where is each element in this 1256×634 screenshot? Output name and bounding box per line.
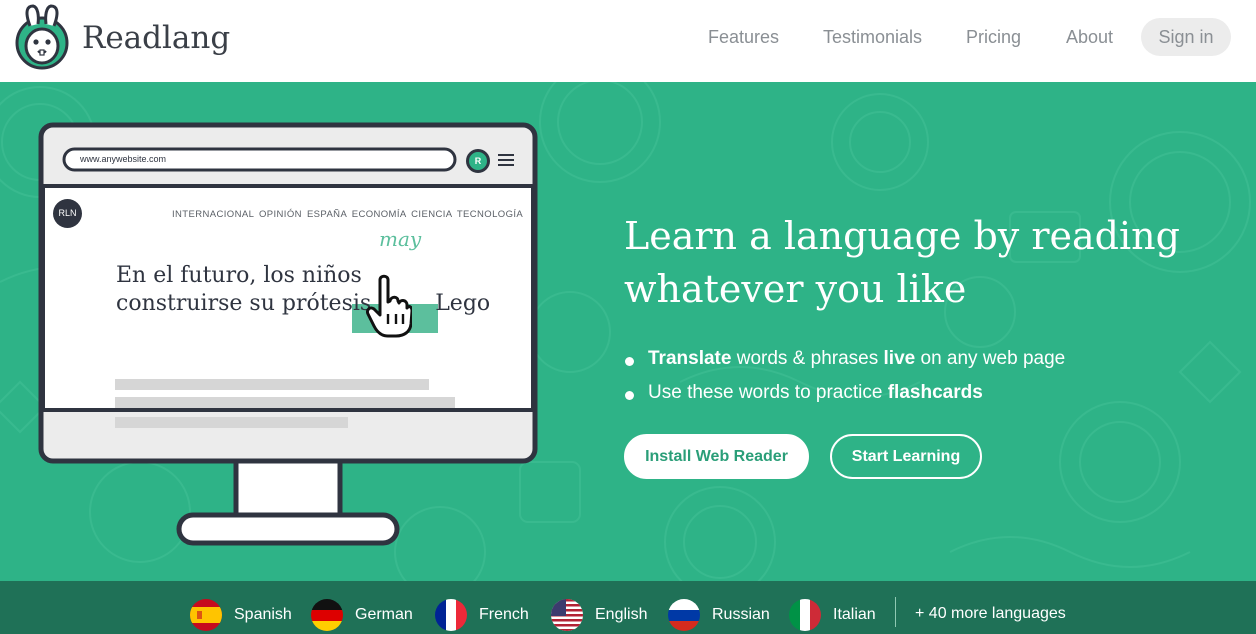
language-label: Russian — [712, 606, 770, 623]
feature-keyword: Translate — [648, 348, 732, 369]
feature-keyword: live — [883, 348, 916, 369]
feature-text: on any web page — [915, 348, 1066, 369]
headline-line2: whatever you like — [624, 267, 967, 311]
language-divider — [895, 597, 896, 627]
site-nav-item: TECNOLOGÍA — [456, 209, 524, 220]
site-nav-item: ESPAÑA — [306, 209, 347, 220]
site-nav-item: ECONOMÍA — [351, 209, 407, 220]
germany-flag-icon — [311, 599, 343, 631]
avatar-letter: R — [474, 156, 482, 166]
nav-about[interactable]: About — [1066, 18, 1113, 56]
bunny-logo-icon[interactable] — [14, 4, 70, 70]
start-learning-button[interactable]: Start Learning — [830, 434, 982, 479]
url-text: www.anywebsite.com — [80, 154, 167, 164]
sentence-start: En el futuro, los niños — [116, 263, 362, 288]
site-nav-item: CIENCIA — [411, 209, 452, 220]
pointer-hand-icon — [366, 274, 412, 338]
hero-headline: Learn a language by reading whatever you… — [624, 210, 1244, 316]
language-spanish[interactable]: Spanish — [190, 599, 292, 631]
site-header: Readlang Features Testimonials Pricing A… — [0, 0, 1256, 82]
spain-flag-icon — [190, 599, 222, 631]
language-label: French — [479, 606, 529, 623]
language-label: English — [595, 606, 648, 623]
more-languages-link[interactable]: + 40 more languages — [915, 605, 1066, 623]
headline-line1: Learn a language by reading — [624, 214, 1180, 258]
russia-flag-icon — [668, 599, 700, 631]
install-web-reader-button[interactable]: Install Web Reader — [624, 434, 809, 479]
language-bar: Spanish German French English Russian It… — [0, 581, 1256, 634]
italy-flag-icon — [789, 599, 821, 631]
france-flag-icon — [435, 599, 467, 631]
avatar-badge: R — [466, 149, 490, 173]
hamburger-menu-icon — [498, 154, 514, 166]
hero-section: www.anywebsite.com R RLN INTERNACIONAL O… — [0, 82, 1256, 581]
feature-text: Use these words to practice — [648, 382, 888, 403]
sentence-end: Lego — [435, 291, 491, 316]
language-label: Spanish — [234, 606, 292, 623]
language-italian[interactable]: Italian — [789, 599, 876, 631]
feature-text: words & phrases — [731, 348, 884, 369]
nav-pricing[interactable]: Pricing — [966, 18, 1021, 56]
nav-testimonials[interactable]: Testimonials — [823, 18, 922, 56]
site-nav-item: OPINIÓN — [258, 209, 302, 220]
signin-button[interactable]: Sign in — [1141, 18, 1231, 56]
monitor-illustration — [38, 122, 538, 546]
feature-keyword: flashcards — [887, 382, 983, 403]
translation-tooltip: may — [379, 227, 422, 251]
sample-sentence: En el futuro, los niños podrán construir… — [116, 262, 490, 318]
brand-name[interactable]: Readlang — [82, 20, 230, 56]
language-french[interactable]: French — [435, 599, 529, 631]
feature-translate: Translate words & phrases live on any we… — [624, 345, 1065, 379]
language-english[interactable]: English — [551, 599, 647, 631]
site-logo-badge: RLN — [53, 199, 82, 228]
language-german[interactable]: German — [311, 599, 413, 631]
feature-flashcards: Use these words to practice flashcards — [624, 379, 1065, 413]
sentence-line2: construirse su prótesis — [116, 291, 372, 316]
language-label: German — [355, 606, 413, 623]
language-russian[interactable]: Russian — [668, 599, 770, 631]
site-logo-text: RLN — [58, 208, 77, 218]
site-nav: INTERNACIONAL OPINIÓN ESPAÑA ECONOMÍA CI… — [172, 209, 523, 220]
nav-features[interactable]: Features — [708, 18, 779, 56]
feature-list: Translate words & phrases live on any we… — [624, 345, 1065, 413]
language-label: Italian — [833, 606, 876, 623]
site-nav-item: INTERNACIONAL — [172, 209, 254, 220]
usa-flag-icon — [551, 599, 583, 631]
